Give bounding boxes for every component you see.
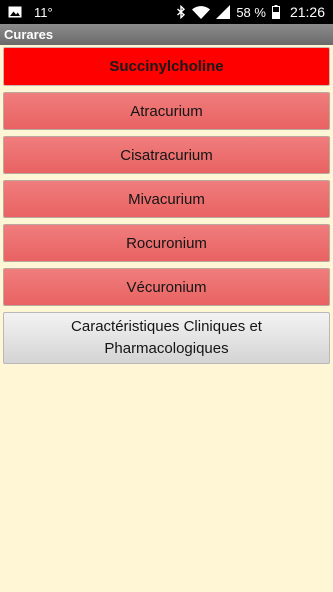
cisatracurium-label: Cisatracurium	[120, 146, 213, 164]
vecuronium-button[interactable]: Vécuronium	[3, 268, 330, 306]
app-title-bar: Curares	[0, 24, 333, 45]
mivacurium-button[interactable]: Mivacurium	[3, 180, 330, 218]
gallery-icon	[8, 6, 22, 18]
mivacurium-label: Mivacurium	[128, 190, 205, 208]
atracurium-label: Atracurium	[130, 102, 203, 120]
succinylcholine-label: Succinylcholine	[109, 58, 224, 75]
clock: 21:26	[289, 4, 325, 20]
temperature-text: 11°	[34, 4, 53, 20]
status-bar: 11° 58 % 21:26	[0, 0, 333, 24]
bluetooth-icon	[176, 5, 186, 19]
succinylcholine-button[interactable]: Succinylcholine	[3, 47, 330, 86]
wifi-icon	[192, 5, 211, 19]
atracurium-button[interactable]: Atracurium	[3, 92, 330, 130]
clinical-pharmacology-button[interactable]: Caractéristiques Cliniques et Pharmacolo…	[3, 312, 330, 364]
rocuronium-label: Rocuronium	[126, 234, 207, 252]
signal-icon	[216, 5, 231, 19]
clinical-pharmacology-label: Caractéristiques Cliniques et Pharmacolo…	[71, 318, 262, 357]
vecuronium-label: Vécuronium	[126, 278, 207, 296]
page-title: Curares	[4, 27, 54, 42]
drug-menu: Succinylcholine Atracurium Cisatracurium…	[3, 47, 330, 370]
battery-icon	[271, 5, 280, 19]
rocuronium-button[interactable]: Rocuronium	[3, 224, 330, 262]
cisatracurium-button[interactable]: Cisatracurium	[3, 136, 330, 174]
battery-percentage: 58 %	[236, 4, 266, 20]
